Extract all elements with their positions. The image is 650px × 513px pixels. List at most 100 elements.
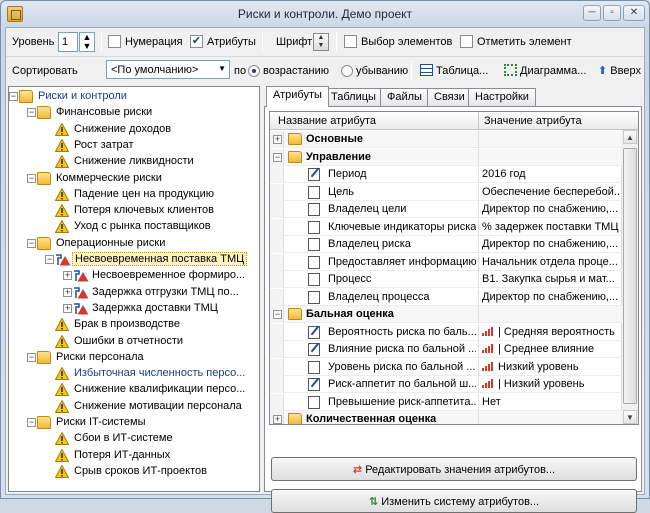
attribute-name: Владелец риска xyxy=(328,238,411,250)
tree-expander-icon[interactable]: + xyxy=(63,287,72,297)
attribute-name: Превышение риск-аппетита... xyxy=(328,395,476,408)
numbering-checkbox[interactable] xyxy=(108,35,121,48)
tab-tables[interactable]: Таблицы xyxy=(324,88,383,106)
level-input[interactable]: 1 xyxy=(58,32,78,52)
tree-expander-icon[interactable]: − xyxy=(27,418,36,427)
descending-label: убыванию xyxy=(356,65,409,77)
folder-icon xyxy=(37,106,51,120)
ascending-radio[interactable] xyxy=(248,65,260,77)
edit-attribute-values-button[interactable]: ⇄ Редактировать значения атрибутов... xyxy=(271,457,637,481)
grid-row[interactable]: Вероятность риска по баль... | Средняя ве… xyxy=(270,323,622,341)
attributes-panel: Название атрибута Значение атрибута ▲ ▼ … xyxy=(264,106,642,513)
scroll-thumb[interactable] xyxy=(623,148,637,404)
document-icon xyxy=(308,203,320,216)
tree-expander-icon[interactable]: − xyxy=(27,173,36,183)
attribute-value: % задержек поставки ТМЦ xyxy=(482,220,619,233)
risk-tree[interactable]: Риски и контроли − Финансовые риски − Снижен… xyxy=(8,86,260,492)
sort-combobox[interactable]: <По умолчанию> ▼ xyxy=(106,60,230,79)
tab-attributes[interactable]: Атрибуты xyxy=(266,86,329,107)
attribute-value: | Среднее влияние xyxy=(482,343,620,355)
tree-item-label: Финансовые риски xyxy=(56,106,153,119)
tree-item-label: Срыв сроков ИТ-проектов xyxy=(74,464,207,477)
tab-files[interactable]: Файлы xyxy=(380,88,429,106)
attributes-grid[interactable]: Название атрибута Значение атрибута ▲ ▼ … xyxy=(269,111,639,425)
process-risk-icon xyxy=(73,302,89,315)
grid-row[interactable]: Владелец риска Директор по снабжению,... xyxy=(270,236,622,253)
grid-category-row[interactable]: − Бальная оценка xyxy=(270,306,622,323)
minimize-button[interactable]: ─ xyxy=(583,5,601,21)
attribute-name: Риск-аппетит по бальной ш... xyxy=(328,378,476,390)
up-button[interactable]: ⬆ Вверх xyxy=(598,61,641,79)
document-icon xyxy=(308,185,320,199)
tree-item-label: Падение цен на продукцию xyxy=(74,187,215,200)
attribute-name: Бальная оценка xyxy=(306,308,394,320)
table-button[interactable]: Таблица... xyxy=(420,61,488,79)
tree-expander-icon[interactable]: − xyxy=(27,108,36,118)
attribute-value: Директор по снабжению,... xyxy=(482,203,619,215)
tree-item-label: Уход с рынка поставщиков xyxy=(74,220,211,233)
grid-row[interactable]: Владелец процесса Директор по снабжению,.… xyxy=(270,288,622,306)
grid-row[interactable]: Ключевые индикаторы риска % задержек пост… xyxy=(270,218,622,236)
grid-row[interactable]: Уровень риска по бальной ... Низкий урове… xyxy=(270,358,622,376)
attribute-name: Вероятность риска по баль... xyxy=(328,325,476,338)
warning-icon xyxy=(55,367,69,381)
col-header-name[interactable]: Название атрибута xyxy=(278,115,376,127)
tree-expander-icon[interactable]: − xyxy=(45,255,54,264)
tree-expander-icon[interactable]: − xyxy=(27,238,36,248)
tree-expander-icon[interactable]: + xyxy=(63,303,72,313)
attribute-name: Владелец процесса xyxy=(328,290,430,303)
process-risk-icon xyxy=(55,253,71,266)
warning-icon xyxy=(55,334,69,348)
diagram-button[interactable]: Диаграмма... xyxy=(504,61,586,79)
close-button[interactable]: ✕ xyxy=(623,5,645,21)
grid-row[interactable]: Предоставляет информацию Начальник отдела… xyxy=(270,253,622,271)
attribute-value: Нет xyxy=(482,395,501,408)
font-size-updown[interactable]: ▲ ▼ xyxy=(313,33,329,51)
tree-expander-icon[interactable]: − xyxy=(27,352,36,362)
grid-row[interactable]: Период 2016 год xyxy=(270,166,622,183)
grid-row[interactable]: Владелец цели Директор по снабжению,... xyxy=(270,201,622,218)
tab-links[interactable]: Связи xyxy=(427,88,472,106)
col-header-value[interactable]: Значение атрибута xyxy=(484,115,582,127)
level-spinner[interactable]: ▲ ▼ xyxy=(79,32,95,52)
grid-row[interactable]: Процесс В1. Закупка сырья и мат... xyxy=(270,271,622,288)
tree-expander-icon[interactable]: + xyxy=(63,271,72,281)
attribute-name: Управление xyxy=(306,150,372,163)
descending-radio[interactable] xyxy=(341,65,353,77)
tree-item-label: Потеря ключевых клиентов xyxy=(74,204,214,217)
category-expander-icon[interactable]: − xyxy=(273,310,282,319)
category-expander-icon[interactable]: + xyxy=(273,135,282,144)
grid-category-row[interactable]: + Количественная оценка xyxy=(270,411,622,424)
warning-icon xyxy=(55,155,69,169)
attribute-name: Процесс xyxy=(328,273,372,285)
grid-scrollbar[interactable]: ▲ ▼ xyxy=(621,130,638,424)
grid-category-row[interactable]: − Управление xyxy=(270,148,622,166)
select-elements-checkbox[interactable] xyxy=(344,35,357,48)
tab-settings[interactable]: Настройки xyxy=(468,88,536,106)
edit-values-icon: ⇄ xyxy=(352,464,363,476)
tree-item-label: Снижение ликвидности xyxy=(74,155,194,168)
mark-element-checkbox[interactable] xyxy=(460,35,473,48)
category-expander-icon[interactable]: − xyxy=(273,152,282,162)
scroll-down-icon[interactable]: ▼ xyxy=(623,410,637,424)
grid-row[interactable]: Цель Обеспечение бесперебой... xyxy=(270,183,622,201)
grid-row[interactable]: Риск-аппетит по бальной ш... | Низкий уро… xyxy=(270,376,622,393)
attribute-value: Директор по снабжению,... xyxy=(482,238,619,250)
by-label: по xyxy=(234,65,247,77)
warning-icon xyxy=(55,318,69,332)
document-icon xyxy=(308,238,320,251)
attribute-value: Низкий уровень xyxy=(482,361,620,373)
tree-expander-icon[interactable]: − xyxy=(9,92,18,101)
grid-category-row[interactable]: + Основные xyxy=(270,131,622,148)
category-expander-icon[interactable]: + xyxy=(273,415,282,424)
attributes-checkbox[interactable]: ✔ xyxy=(190,35,203,48)
warning-icon xyxy=(55,138,69,152)
warning-icon xyxy=(55,383,69,397)
scroll-up-icon[interactable]: ▲ xyxy=(623,130,637,144)
grid-row[interactable]: Влияние риска по бальной ... | Среднее вл… xyxy=(270,341,622,358)
title-bar[interactable]: Риски и контроли. Демо проект ─ ▫ ✕ xyxy=(1,1,649,27)
maximize-button[interactable]: ▫ xyxy=(603,5,621,21)
change-attribute-system-button[interactable]: ⇅ Изменить систему атрибутов... xyxy=(271,489,637,513)
tree-item-label: Операционные риски xyxy=(56,236,166,249)
grid-row[interactable]: Превышение риск-аппетита... Нет xyxy=(270,393,622,411)
